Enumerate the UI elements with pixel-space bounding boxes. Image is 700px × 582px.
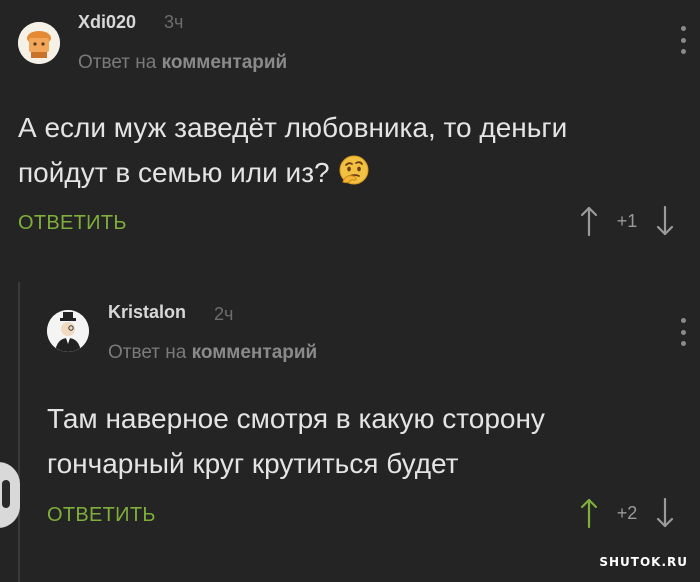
downvote-arrow-icon[interactable] — [654, 204, 676, 238]
reply-to-label: Ответ на комментарий — [78, 52, 287, 74]
timestamp: 3ч — [164, 12, 184, 32]
username[interactable]: Kristalon — [108, 302, 186, 323]
reply-prefix: Ответ на — [78, 52, 157, 73]
vote-controls: +1 — [578, 204, 676, 238]
more-options-icon[interactable] — [680, 26, 686, 54]
reply-button[interactable]: ОТВЕТИТЬ — [47, 504, 156, 527]
rating-score: +2 — [616, 502, 638, 523]
comment-2: Kristalon 2ч Ответ на комментарий Там на… — [0, 280, 700, 580]
username[interactable]: Xdi020 — [78, 12, 136, 33]
reply-to-label: Ответ на комментарий — [108, 342, 317, 364]
reply-button[interactable]: ОТВЕТИТЬ — [18, 212, 127, 235]
comment-1: Xdi020 3ч Ответ на комментарий А если му… — [0, 0, 700, 260]
downvote-arrow-icon[interactable] — [654, 496, 676, 530]
chef-avatar-icon — [18, 22, 60, 64]
watermark: SHUTOK.RU — [599, 555, 688, 569]
reply-target-link[interactable]: комментарий — [162, 52, 288, 73]
comment-text: А если муж заведёт любовника, то деньги … — [18, 112, 568, 188]
timestamp: 2ч — [214, 304, 234, 324]
rating-score: +1 — [616, 210, 638, 231]
thinking-face-icon — [339, 155, 369, 185]
comment-text: Там наверное смотря в какую сторону гонч… — [47, 403, 545, 479]
reply-target-link[interactable]: комментарий — [192, 342, 318, 363]
upvote-arrow-icon[interactable] — [578, 496, 600, 530]
vote-controls: +2 — [578, 496, 676, 530]
upvote-arrow-icon[interactable] — [578, 204, 600, 238]
avatar[interactable] — [18, 22, 60, 64]
more-options-icon[interactable] — [680, 318, 686, 346]
reply-prefix: Ответ на — [108, 342, 187, 363]
gentleman-avatar-icon — [47, 310, 89, 352]
avatar[interactable] — [47, 310, 89, 352]
